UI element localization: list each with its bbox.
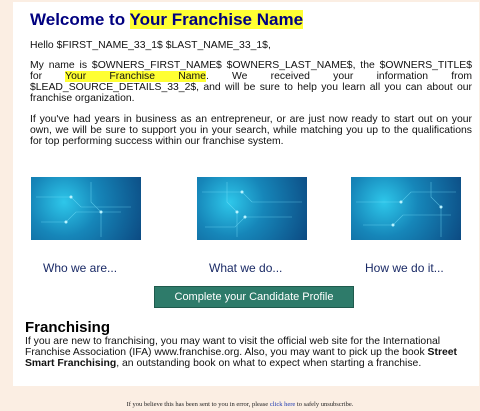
greeting: Hello $FIRST_NAME_33_1$ $LAST_NAME_33_1$… bbox=[30, 40, 271, 51]
franchising-heading: Franchising bbox=[25, 319, 111, 336]
feature-link-how[interactable]: How we do it... bbox=[365, 261, 444, 275]
feature-link-who[interactable]: Who we are... bbox=[43, 261, 117, 275]
circuit-icon bbox=[36, 182, 131, 237]
footer-text-before: If you believe this has been sent to you… bbox=[126, 401, 270, 408]
feature-image-how[interactable] bbox=[351, 177, 461, 240]
email-card: Welcome to Your Franchise Name Hello $FI… bbox=[13, 2, 479, 386]
intro-paragraph: My name is $OWNERS_FIRST_NAME$ $OWNERS_L… bbox=[30, 60, 472, 104]
franchising-text-before: If you are new to franchising, you may w… bbox=[25, 336, 441, 358]
unsubscribe-link[interactable]: click here bbox=[270, 401, 295, 408]
circuit-icon bbox=[356, 182, 456, 237]
title-prefix: Welcome to bbox=[30, 10, 130, 29]
unsubscribe-footer: If you believe this has been sent to you… bbox=[0, 401, 480, 408]
franchising-text-after: , an outstanding book on what to expect … bbox=[116, 358, 422, 369]
circuit-icon bbox=[202, 182, 302, 237]
candidate-profile-button[interactable]: Complete your Candidate Profile bbox=[154, 286, 354, 308]
title-highlight: Your Franchise Name bbox=[129, 10, 304, 29]
entrepreneur-paragraph: If you've had years in business as an en… bbox=[30, 114, 472, 147]
page-title: Welcome to Your Franchise Name bbox=[30, 10, 304, 30]
intro-highlight: Your Franchise Name bbox=[65, 71, 206, 82]
feature-image-what[interactable] bbox=[197, 177, 307, 240]
franchising-paragraph: If you are new to franchising, you may w… bbox=[25, 336, 470, 369]
feature-link-what[interactable]: What we do... bbox=[209, 261, 282, 275]
footer-text-after: to safely unsubscribe. bbox=[295, 401, 354, 408]
feature-image-who[interactable] bbox=[31, 177, 141, 240]
